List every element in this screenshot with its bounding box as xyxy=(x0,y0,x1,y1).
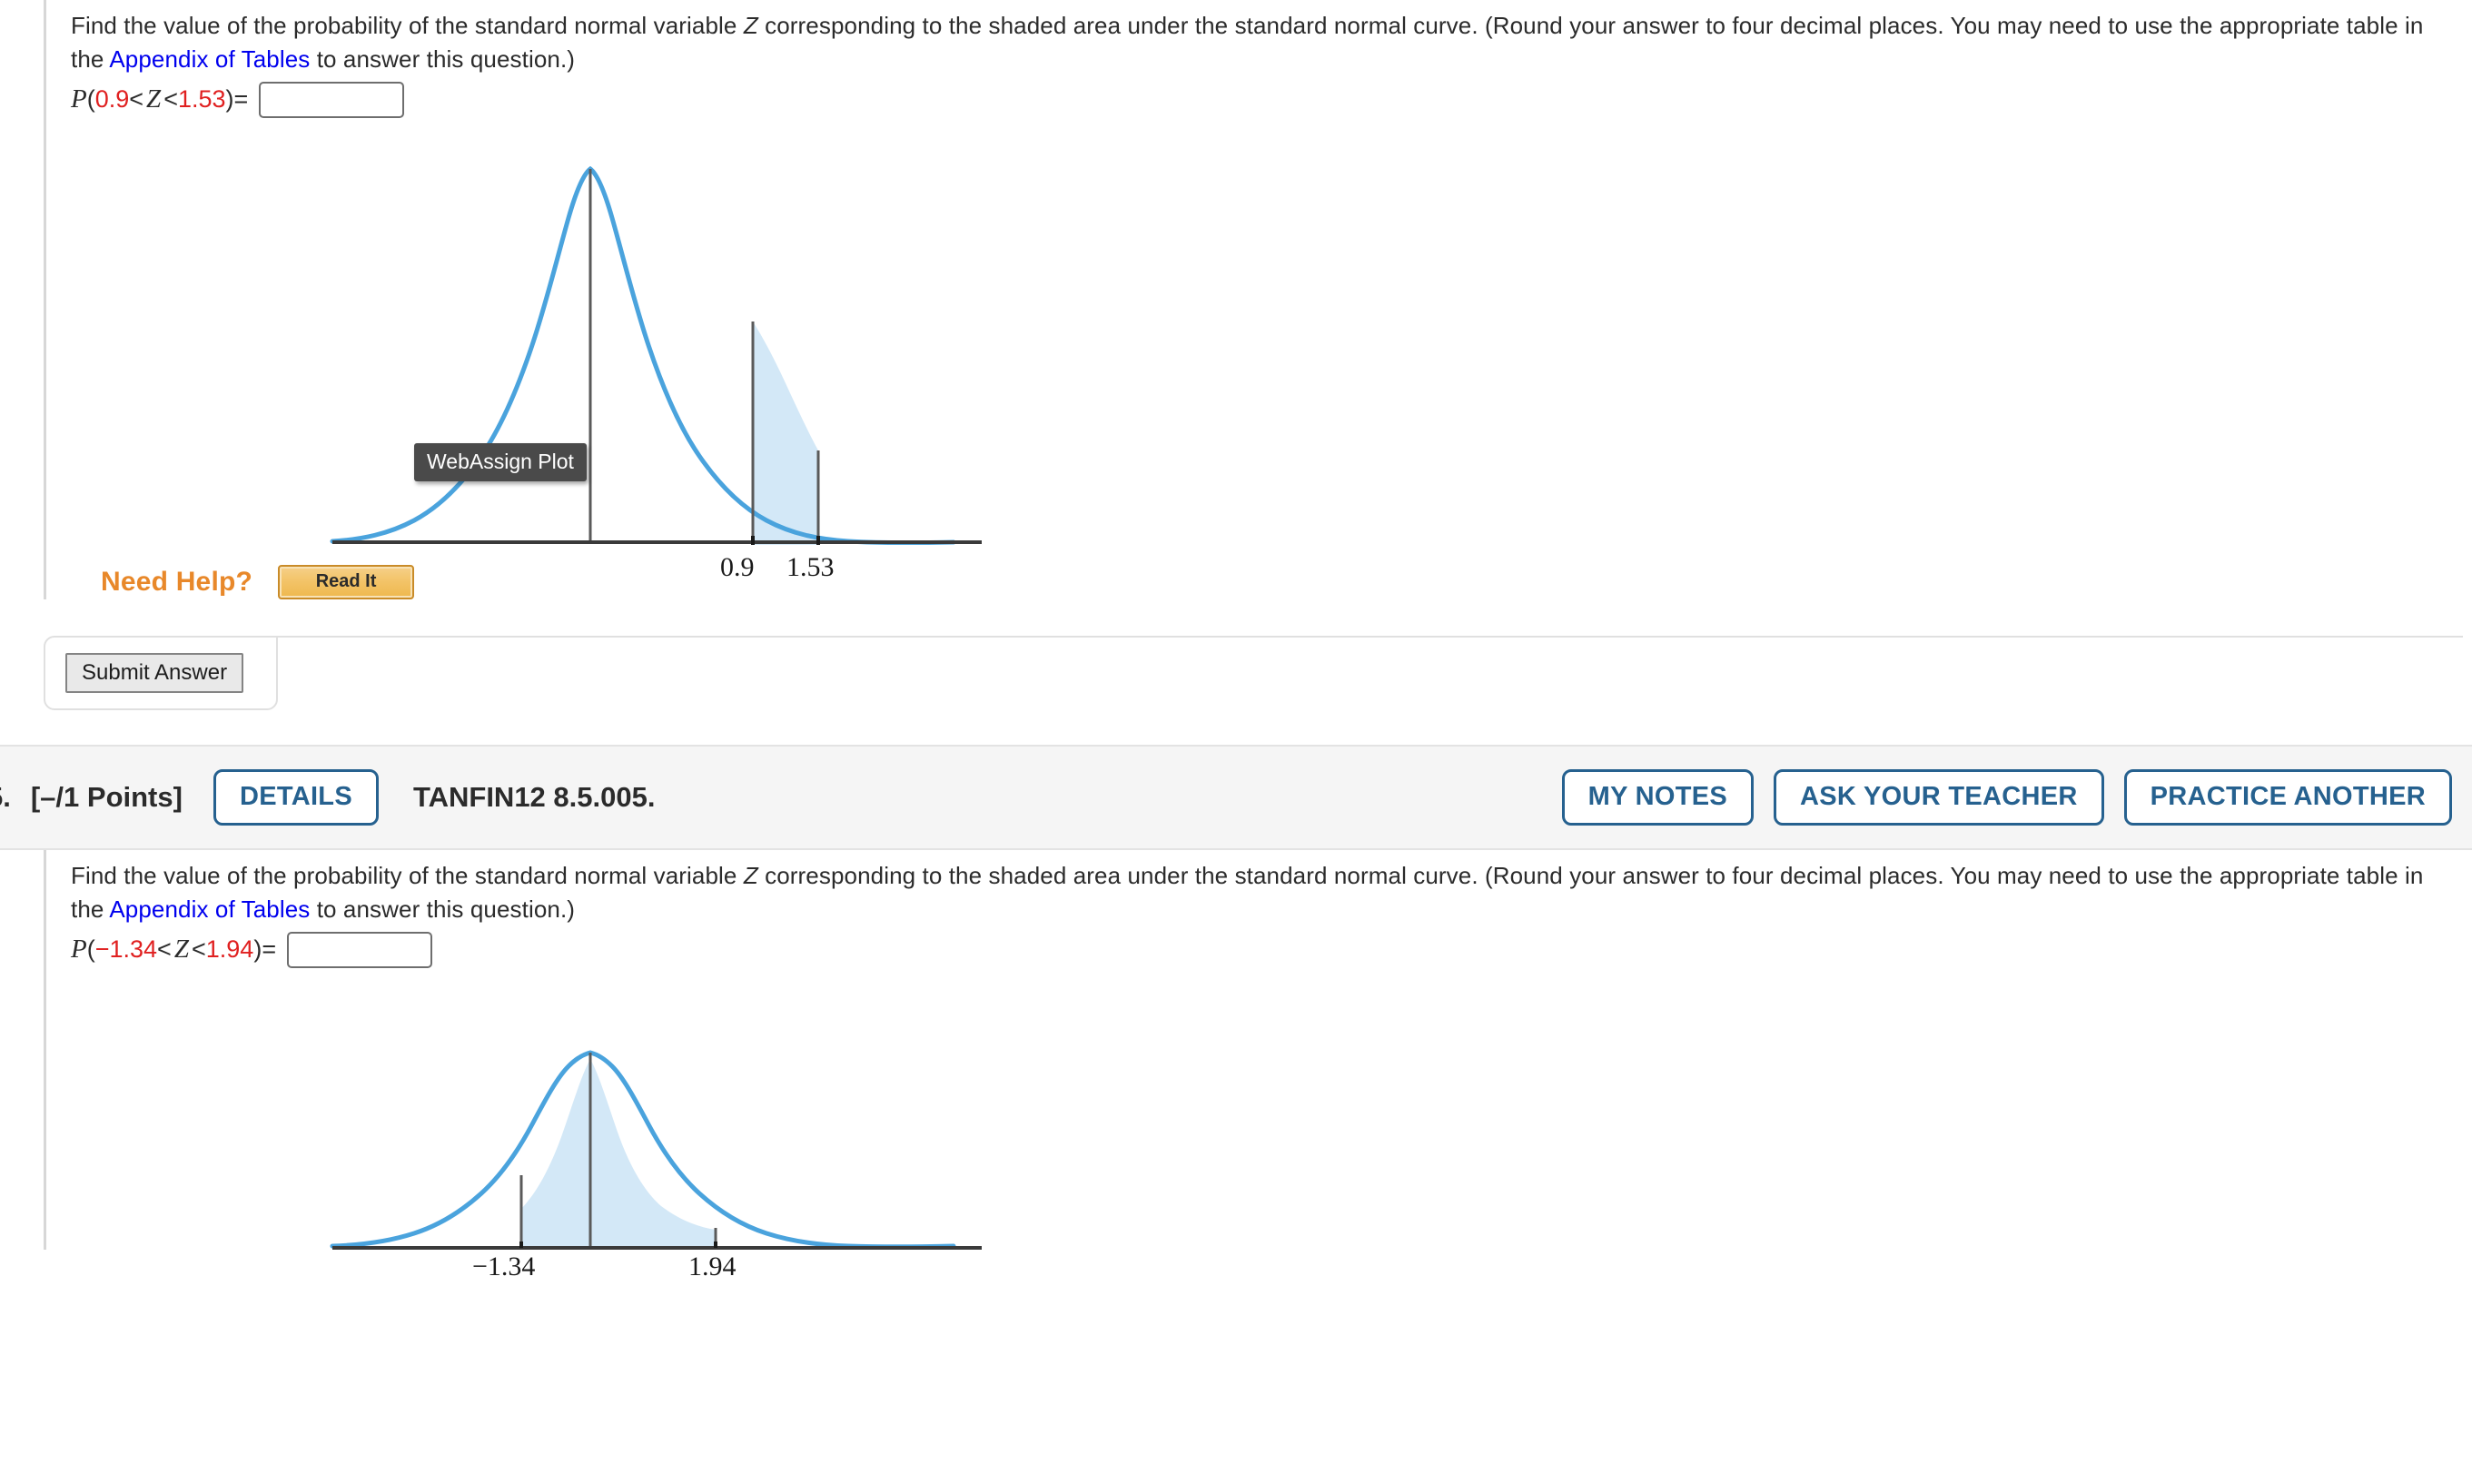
question-header-actions: MY NOTES ASK YOUR TEACHER PRACTICE ANOTH… xyxy=(1561,768,2472,826)
tooltip-text: WebAssign Plot xyxy=(427,449,574,473)
prompt-text-part3: to answer this question.) xyxy=(310,895,576,923)
need-help-label: Need Help? xyxy=(101,566,253,597)
lower-bound-value: −1.34 xyxy=(94,935,158,964)
shaded-area-1 xyxy=(753,321,818,545)
plot-1-wrapper: WebAssign Plot 0.9 1.53 xyxy=(46,118,2472,582)
open-paren: ( xyxy=(86,85,95,114)
question-2-body: Find the value of the probability of the… xyxy=(44,849,2472,1281)
less-than-2: < xyxy=(191,935,206,964)
p-label: P xyxy=(71,84,87,114)
tick-label-upper-2: 1.94 xyxy=(688,1251,737,1281)
submit-answer-button[interactable]: Submit Answer xyxy=(65,652,244,693)
question-code: TANFIN12 8.5.005. xyxy=(412,780,656,813)
question-block-1: Find the value of the probability of the… xyxy=(0,0,2472,710)
tick-label-lower-2: −1.34 xyxy=(472,1251,536,1281)
question-gap-spacer xyxy=(0,710,2472,745)
less-than-2: < xyxy=(163,85,178,114)
submit-divider-rule xyxy=(278,635,2463,638)
prompt-text-part3: to answer this question.) xyxy=(310,45,576,73)
webassign-plot-tooltip: WebAssign Plot xyxy=(414,442,587,481)
appendix-of-tables-link[interactable]: Appendix of Tables xyxy=(109,895,310,923)
probability-expression-2: P(−1.34 < Z < 1.94) = xyxy=(46,926,2472,968)
equals-sign: = xyxy=(233,85,249,114)
normal-curve-plot-2[interactable]: −1.34 1.94 xyxy=(71,968,997,1281)
submit-bar-1: Submit Answer xyxy=(44,635,2472,710)
submit-box: Submit Answer xyxy=(44,635,278,710)
z-variable: Z xyxy=(146,84,162,114)
question-1-prompt: Find the value of the probability of the… xyxy=(46,0,2444,76)
less-than-1: < xyxy=(129,85,144,114)
normal-curve-plot-1[interactable]: WebAssign Plot 0.9 1.53 xyxy=(71,118,997,582)
prompt-variable-z: Z xyxy=(743,861,758,889)
my-notes-button[interactable]: MY NOTES xyxy=(1561,768,1755,826)
need-help-row-1: Need Help? Read It xyxy=(46,545,2472,599)
assignment-page: Find the value of the probability of the… xyxy=(0,0,2472,1484)
ask-your-teacher-button[interactable]: ASK YOUR TEACHER xyxy=(1774,768,2104,826)
upper-bound-value: 1.53 xyxy=(177,85,226,114)
question-2-header: 5. [–/1 Points] DETAILS TANFIN12 8.5.005… xyxy=(0,744,2472,850)
plot-2-wrapper: −1.34 1.94 xyxy=(46,968,2472,1281)
normal-curve-path-1 xyxy=(330,165,956,545)
question-block-2: Find the value of the probability of the… xyxy=(0,849,2472,1281)
open-paren: ( xyxy=(86,935,95,964)
read-it-button[interactable]: Read It xyxy=(278,564,415,599)
question-number: 5. xyxy=(0,780,11,813)
answer-input-2[interactable] xyxy=(287,931,433,968)
equals-sign: = xyxy=(262,935,277,964)
practice-another-button[interactable]: PRACTICE ANOTHER xyxy=(2123,768,2452,826)
tick-label-lower-1: 0.9 xyxy=(720,551,755,582)
question-2-prompt: Find the value of the probability of the… xyxy=(46,850,2444,926)
probability-expression-1: P(0.9 < Z < 1.53) = xyxy=(46,76,2472,118)
p-label: P xyxy=(71,935,87,965)
lower-bound-value: 0.9 xyxy=(94,85,130,114)
details-button[interactable]: DETAILS xyxy=(213,768,379,826)
answer-input-1[interactable] xyxy=(259,81,405,118)
z-variable: Z xyxy=(173,935,189,965)
question-1-body: Find the value of the probability of the… xyxy=(44,0,2472,599)
close-paren: ) xyxy=(253,935,262,964)
appendix-of-tables-link[interactable]: Appendix of Tables xyxy=(109,45,310,73)
tick-label-upper-1: 1.53 xyxy=(786,551,835,582)
close-paren: ) xyxy=(225,85,234,114)
prompt-variable-z: Z xyxy=(743,12,758,39)
prompt-text-part1: Find the value of the probability of the… xyxy=(71,861,744,889)
question-points-badge: [–/1 Points] xyxy=(30,780,183,813)
upper-bound-value: 1.94 xyxy=(205,935,254,964)
normal-curve-svg-2 xyxy=(330,1050,982,1250)
prompt-text-part1: Find the value of the probability of the… xyxy=(71,12,744,39)
less-than-1: < xyxy=(157,935,172,964)
